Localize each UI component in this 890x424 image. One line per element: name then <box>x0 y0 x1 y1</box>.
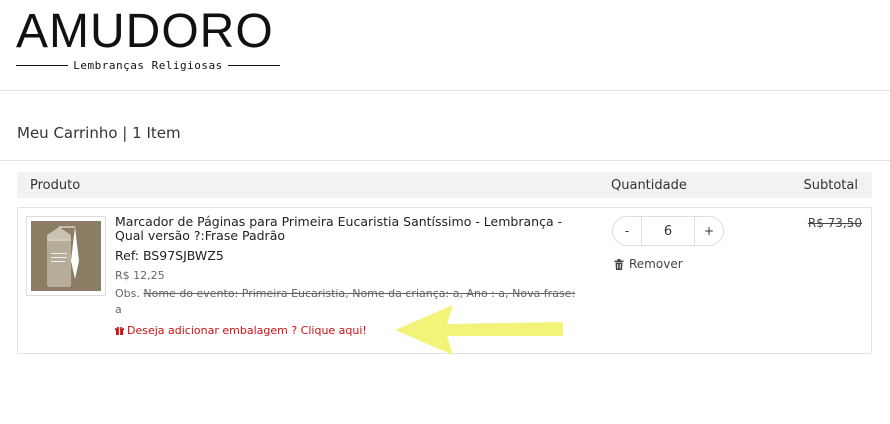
obs-text: Nome do evento: Primeira Eucaristia, Nom… <box>143 287 576 300</box>
site-header: AMUDORO Lembranças Religiosas <box>0 0 890 91</box>
trash-icon <box>614 258 624 270</box>
item-subtotal: R$ 73,50 <box>807 216 862 230</box>
add-gift-wrap-link[interactable]: Deseja adicionar embalagem ? Clique aqui… <box>115 324 367 337</box>
obs-label: Obs. <box>115 287 140 300</box>
obs-tail: a <box>115 303 122 316</box>
gift-icon <box>115 326 124 335</box>
product-ref: Ref: BS97SJBWZ5 <box>115 248 224 263</box>
product-name[interactable]: Marcador de Páginas para Primeira Eucari… <box>115 215 585 243</box>
cart-table-header: Produto Quantidade Subtotal <box>17 172 872 198</box>
product-unit-price: R$ 12,25 <box>115 269 165 282</box>
quantity-increase-button[interactable]: + <box>695 217 723 245</box>
brand-tagline-row: Lembranças Religiosas <box>16 58 281 72</box>
header-product: Produto <box>30 178 81 193</box>
arrow-left-icon <box>395 305 563 355</box>
tagline-rule-right <box>227 64 281 66</box>
remove-item-button[interactable]: Remover <box>614 257 683 271</box>
header-subtotal: Subtotal <box>803 178 858 193</box>
title-divider <box>0 160 890 161</box>
quantity-stepper: - 6 + <box>612 216 724 246</box>
gift-link-label: Deseja adicionar embalagem ? Clique aqui… <box>127 324 367 337</box>
remove-label: Remover <box>629 257 683 271</box>
quantity-input[interactable]: 6 <box>641 217 695 245</box>
brand-tagline: Lembranças Religiosas <box>73 58 223 72</box>
cart-title: Meu Carrinho | 1 Item <box>17 124 181 142</box>
quantity-decrease-button[interactable]: - <box>613 217 641 245</box>
product-thumbnail[interactable] <box>26 216 106 296</box>
tagline-rule-left <box>16 64 69 66</box>
brand-logo[interactable]: AMUDORO Lembranças Religiosas <box>16 8 282 74</box>
product-image <box>31 221 101 291</box>
header-quantity: Quantidade <box>611 178 687 193</box>
brand-name: AMUDORO <box>16 5 274 58</box>
bookmark-image-graphic <box>31 221 101 291</box>
